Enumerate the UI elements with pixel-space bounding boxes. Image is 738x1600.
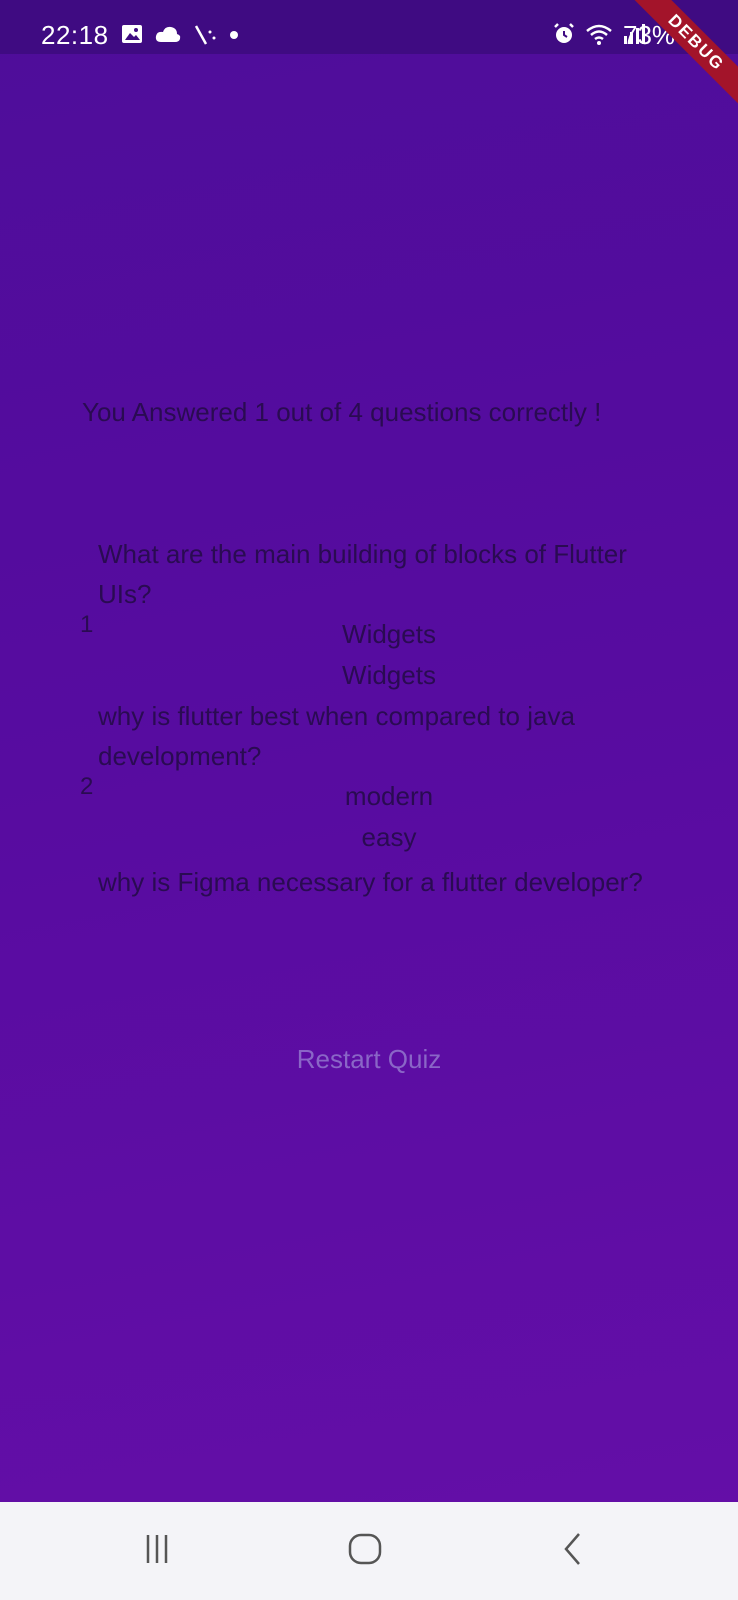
- home-icon: [347, 1531, 383, 1572]
- summary-item: 3 why is Figma necessary for a flutter d…: [80, 858, 680, 906]
- answers-summary-list[interactable]: 1 What are the main building of blocks o…: [80, 534, 680, 948]
- cloud-icon: [154, 24, 182, 49]
- restart-quiz-button[interactable]: Restart Quiz: [240, 1035, 498, 1083]
- question-text: why is flutter best when compared to jav…: [98, 701, 575, 771]
- question-index: 2: [80, 773, 94, 800]
- status-bar: 22:18 73% DEBUG: [0, 0, 738, 123]
- alarm-icon: [552, 22, 576, 51]
- question-text: What are the main building of blocks of …: [98, 539, 627, 609]
- user-answer: Widgets: [342, 619, 436, 649]
- summary-item-body: why is Figma necessary for a flutter dev…: [98, 862, 680, 902]
- wifi-icon: [584, 22, 614, 51]
- user-answer: modern: [344, 781, 434, 811]
- status-left-icons: [120, 22, 240, 51]
- summary-item-body: why is flutter best when compared to jav…: [98, 696, 680, 858]
- debug-banner: DEBUG: [616, 0, 738, 123]
- back-button[interactable]: [543, 1526, 603, 1576]
- correct-answer: Widgets: [342, 660, 436, 690]
- rotate-icon: [192, 22, 218, 51]
- recent-apps-button[interactable]: [127, 1526, 187, 1576]
- system-navigation-bar: [0, 1502, 738, 1600]
- dot-icon: [228, 28, 240, 46]
- question-index: 1: [80, 611, 94, 638]
- summary-item-body: What are the main building of blocks of …: [98, 534, 680, 696]
- status-time: 22:18: [41, 20, 109, 50]
- recent-apps-icon: [142, 1533, 172, 1570]
- home-button[interactable]: [335, 1526, 395, 1576]
- back-icon: [561, 1531, 585, 1572]
- quiz-results-screen: 22:18 73% DEBUG You Answered 1 out of 4 …: [0, 0, 738, 1600]
- correct-answer: easy: [361, 822, 417, 852]
- gallery-icon: [120, 22, 144, 51]
- summary-item: 1 What are the main building of blocks o…: [80, 534, 680, 696]
- summary-item: 2 why is flutter best when compared to j…: [80, 696, 680, 858]
- results-summary-text: You Answered 1 out of 4 questions correc…: [82, 397, 602, 427]
- question-text: why is Figma necessary for a flutter dev…: [98, 867, 643, 897]
